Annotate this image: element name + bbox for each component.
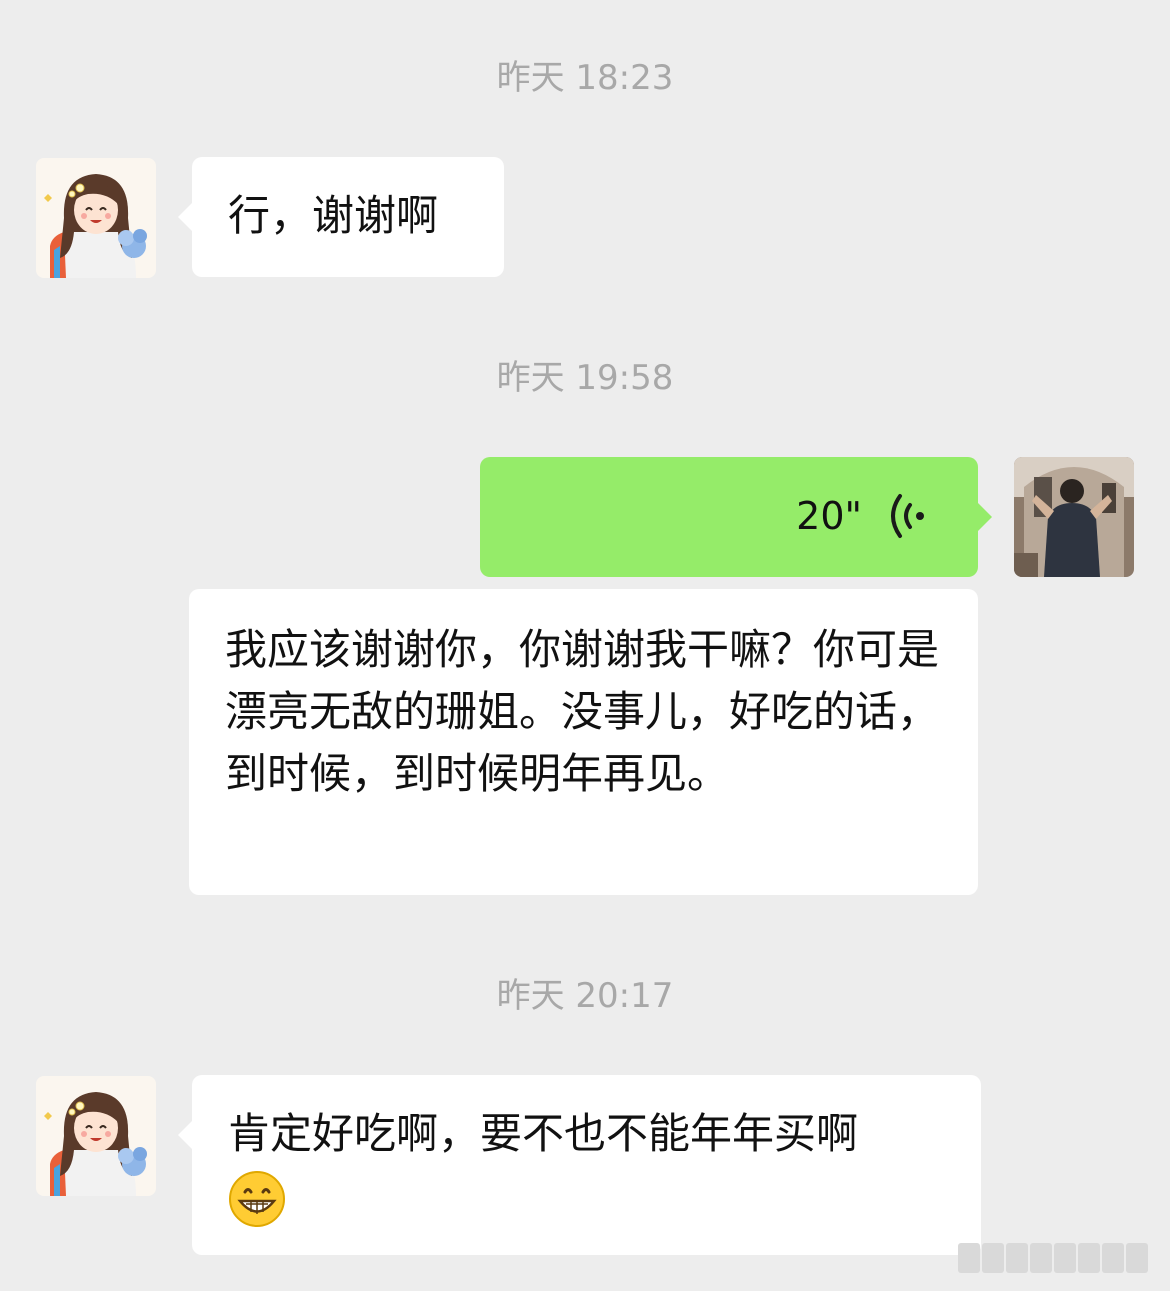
voice-duration: 20" (796, 494, 862, 538)
voice-wave-icon (891, 494, 924, 538)
message-bubble[interactable]: 行，谢谢啊 (178, 157, 504, 277)
contact-avatar[interactable] (36, 1076, 156, 1196)
message-text: 行，谢谢啊 (228, 191, 439, 240)
voice-message-bubble[interactable]: 20" (480, 457, 992, 577)
photo-avatar-icon (1014, 457, 1134, 577)
cartoon-girl-avatar-icon (36, 158, 156, 278)
timestamp: 昨天 18:23 (496, 58, 674, 98)
timestamp: 昨天 19:58 (496, 358, 674, 398)
message-bubble[interactable]: 肯定好吃啊，要不也不能年年买啊 (178, 1075, 981, 1255)
grinning-face-emoji-icon (229, 1170, 285, 1227)
message-bubble[interactable]: 我应该谢谢你，你谢谢我干嘛？你可是漂亮无敌的珊姐。没事儿，好吃的话，到时候，到时… (189, 589, 978, 895)
cartoon-girl-avatar-icon (36, 1076, 156, 1196)
message-text: 我应该谢谢你，你谢谢我干嘛？你可是漂亮无敌的珊姐。没事儿，好吃的话，到时候，到时… (225, 625, 940, 798)
timestamp: 昨天 20:17 (496, 976, 674, 1016)
watermark-decoration (958, 1243, 1154, 1273)
self-avatar[interactable] (1014, 457, 1134, 577)
contact-avatar[interactable] (36, 158, 156, 278)
message-text: 肯定好吃啊，要不也不能年年买啊 (228, 1109, 859, 1158)
